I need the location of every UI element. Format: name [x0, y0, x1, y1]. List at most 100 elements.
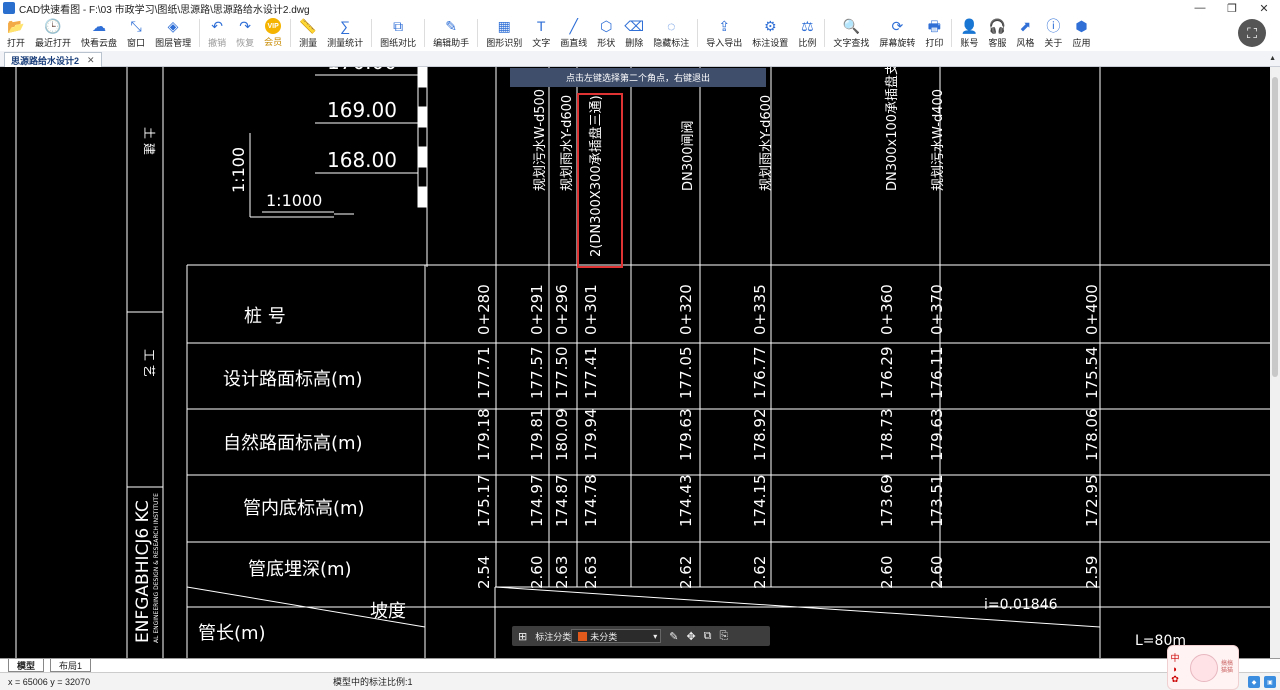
row-label-design-elevation: 设计路面标高(m) [223, 369, 363, 390]
toolbar-redo-button[interactable]: ↷ 恢复 [231, 16, 259, 50]
cell-natural-elev: 178.06 [1083, 409, 1101, 462]
toolbar-vip-button[interactable]: VIP 会员 [259, 16, 287, 50]
tab-document[interactable]: 思源路给水设计2 ✕ [4, 52, 102, 67]
edit-assistant-icon: ✎ [445, 18, 458, 34]
vip-icon: VIP [265, 18, 282, 34]
toolbar-cloud-button[interactable]: ☁ 快看云盘 [76, 16, 122, 50]
toolbar-label: 文字查找 [833, 38, 870, 48]
move-icon[interactable]: ✥ [686, 630, 695, 643]
compare-icon: ⧉ [393, 18, 404, 34]
toolbar-label: 隐藏标注 [653, 38, 690, 48]
toolbar-about-button[interactable]: ⓘ 关于 [1039, 16, 1067, 50]
toolbar-line-button[interactable]: ╱ 画直线 [555, 16, 592, 50]
toolbar-label: 账号 [960, 38, 979, 48]
toolbar-erase-button[interactable]: ⌫ 删除 [620, 16, 648, 50]
toolbar-window-button[interactable]: ⤡ 窗口 [122, 16, 150, 50]
cell-invert-elev: 175.17 [475, 475, 493, 528]
screenshot-button[interactable]: ⛶ [1238, 19, 1266, 47]
cell-design-elev: 177.50 [553, 347, 571, 400]
tab-label: 思源路给水设计2 [11, 55, 80, 66]
vertical-scale: 1:100 [229, 147, 248, 193]
toolbar-annot-set-button[interactable]: ⚙ 标注设置 [747, 16, 793, 50]
toolbar-separator [824, 19, 826, 47]
toolbar-apps-button[interactable]: ⬢ 应用 [1067, 16, 1095, 50]
toolbar-label: 撤销 [208, 38, 227, 48]
sticker-text: 搞搞猫猫 [1221, 660, 1234, 674]
close-button[interactable]: ✕ [1248, 0, 1280, 16]
edit-icon[interactable]: ✎ [669, 630, 678, 643]
copy-icon[interactable]: ⧉ [704, 630, 712, 643]
eraser-icon: ⌫ [624, 18, 645, 34]
toolbar-label: 比例 [798, 38, 817, 48]
toolbar-label: 客服 [988, 38, 1007, 48]
text-icon: T [536, 18, 546, 34]
toolbar-text-button[interactable]: T 文字 [527, 16, 555, 50]
toolbar-label: 测量 [299, 38, 318, 48]
paste-icon[interactable]: ⎘ [720, 630, 729, 643]
tray-icon[interactable]: ◆ [1248, 676, 1260, 688]
main-toolbar: 📂 打开 🕒 最近打开 ☁ 快看云盘 ⤡ 窗口 ◈ 图层管理 ↶ 撤销 ↷ 恢复 VIP 会员 📏 测量 ∑ 测量统计… [0, 16, 1280, 50]
toolbar-measure-stat-button[interactable]: ∑ 测量统计 [322, 16, 368, 50]
cell-natural-elev: 179.94 [582, 409, 600, 462]
toolbar-separator [424, 19, 426, 47]
toolbar-recognize-button[interactable]: ▦ 图形识别 [481, 16, 527, 50]
maximize-button[interactable]: ❐ [1216, 0, 1248, 16]
toolbar-service-button[interactable]: 🎧 客服 [983, 16, 1011, 50]
layout-tab-bar: 模型 布局1 [0, 658, 1280, 672]
layers-icon: ◈ [167, 18, 179, 34]
title-block-civil: 土 建 [142, 127, 156, 155]
toolbar-find-text-button[interactable]: 🔍 文字查找 [828, 16, 874, 50]
annotation-bar: ⊞ 标注分类 未分类 ▾ ✎ ✥ ⧉ ⎘ [512, 626, 770, 646]
toolbar-layers-button[interactable]: ◈ 图层管理 [150, 16, 196, 50]
cell-natural-elev: 179.63 [928, 409, 946, 462]
toolbar-recent-button[interactable]: 🕒 最近打开 [30, 16, 76, 50]
toolbar-hide-annot-button[interactable]: ◌ 隐藏标注 [648, 16, 694, 50]
minimize-button[interactable]: — [1184, 0, 1216, 16]
redo-icon: ↷ [239, 18, 251, 34]
window-controls: — ❐ ✕ [1184, 0, 1280, 16]
scroll-up-icon[interactable]: ▲ [1269, 55, 1276, 62]
tab-model[interactable]: 模型 [8, 659, 45, 672]
tab-layout1[interactable]: 布局1 [50, 659, 92, 672]
clock-icon: 🕒 [44, 18, 62, 34]
toolbar-rotate-button[interactable]: ⟳ 屏幕旋转 [874, 16, 920, 50]
grid-icon[interactable]: ⊞ [518, 630, 527, 643]
toolbar-undo-button[interactable]: ↶ 撤销 [203, 16, 231, 50]
scrollbar-thumb[interactable] [1272, 77, 1278, 377]
search-icon: 🔍 [842, 18, 861, 34]
toolbar-scale-button[interactable]: ⚖ 比例 [793, 16, 821, 50]
toolbar-shape-button[interactable]: ⬡ 形状 [592, 16, 620, 50]
vertical-scrollbar[interactable] [1270, 67, 1280, 658]
cell-cover-depth: 2.60 [878, 556, 896, 589]
toolbar-label: 文字 [532, 38, 551, 48]
cursor-coordinates: x = 65006 y = 32070 [8, 676, 91, 687]
toolbar-assist-button[interactable]: ✎ 编辑助手 [428, 16, 474, 50]
row-label-invert-elevation: 管内底标高(m) [243, 498, 365, 519]
cell-stations: 0+280 [475, 284, 493, 335]
cell-stations: 0+360 [878, 284, 896, 335]
toolbar-compare-button[interactable]: ⧉ 图纸对比 [375, 16, 421, 50]
toolbar-open-button[interactable]: 📂 打开 [2, 16, 30, 50]
toolbar-measure-button[interactable]: 📏 测量 [294, 16, 322, 50]
annotation-category-select[interactable]: 未分类 ▾ [571, 629, 662, 643]
row-label-natural-elevation: 自然路面标高(m) [223, 433, 363, 454]
toolbar-print-button[interactable]: 🖶 打印 [920, 16, 948, 50]
toolbar-separator [477, 19, 479, 47]
toolbar-style-button[interactable]: ⬈ 风格 [1011, 16, 1039, 50]
pipe-label: 规划污水W-d500 [533, 89, 548, 191]
close-tab-icon[interactable]: ✕ [87, 55, 95, 66]
toolbar-label: 编辑助手 [433, 38, 470, 48]
ime-chars: 中 ◗ ✿ [1170, 652, 1180, 684]
drawing-svg: 土 建工 艺 ENFGABHICJ6 KC AL ENGINEERING DESIG… [15, 67, 1270, 658]
toolbar-label: 窗口 [127, 38, 146, 48]
toolbar-label: 打开 [7, 38, 26, 48]
pipe-label: DN300x100承插盘支盘三通 [884, 67, 900, 191]
toolbar-label: 最近打开 [35, 38, 72, 48]
tray-icon[interactable]: ▣ [1264, 676, 1276, 688]
cell-invert-elev: 174.78 [582, 475, 600, 528]
cell-invert-elev: 174.97 [528, 475, 546, 528]
ime-sticker[interactable]: 中 ◗ ✿ 搞搞猫猫 [1167, 645, 1239, 690]
drawing-canvas[interactable]: 土 建工 艺 ENFGABHICJ6 KC AL ENGINEERING DESIG… [0, 67, 1270, 658]
toolbar-export-button[interactable]: ⇪ 导入导出 [701, 16, 747, 50]
toolbar-account-button[interactable]: 👤 账号 [955, 16, 983, 50]
